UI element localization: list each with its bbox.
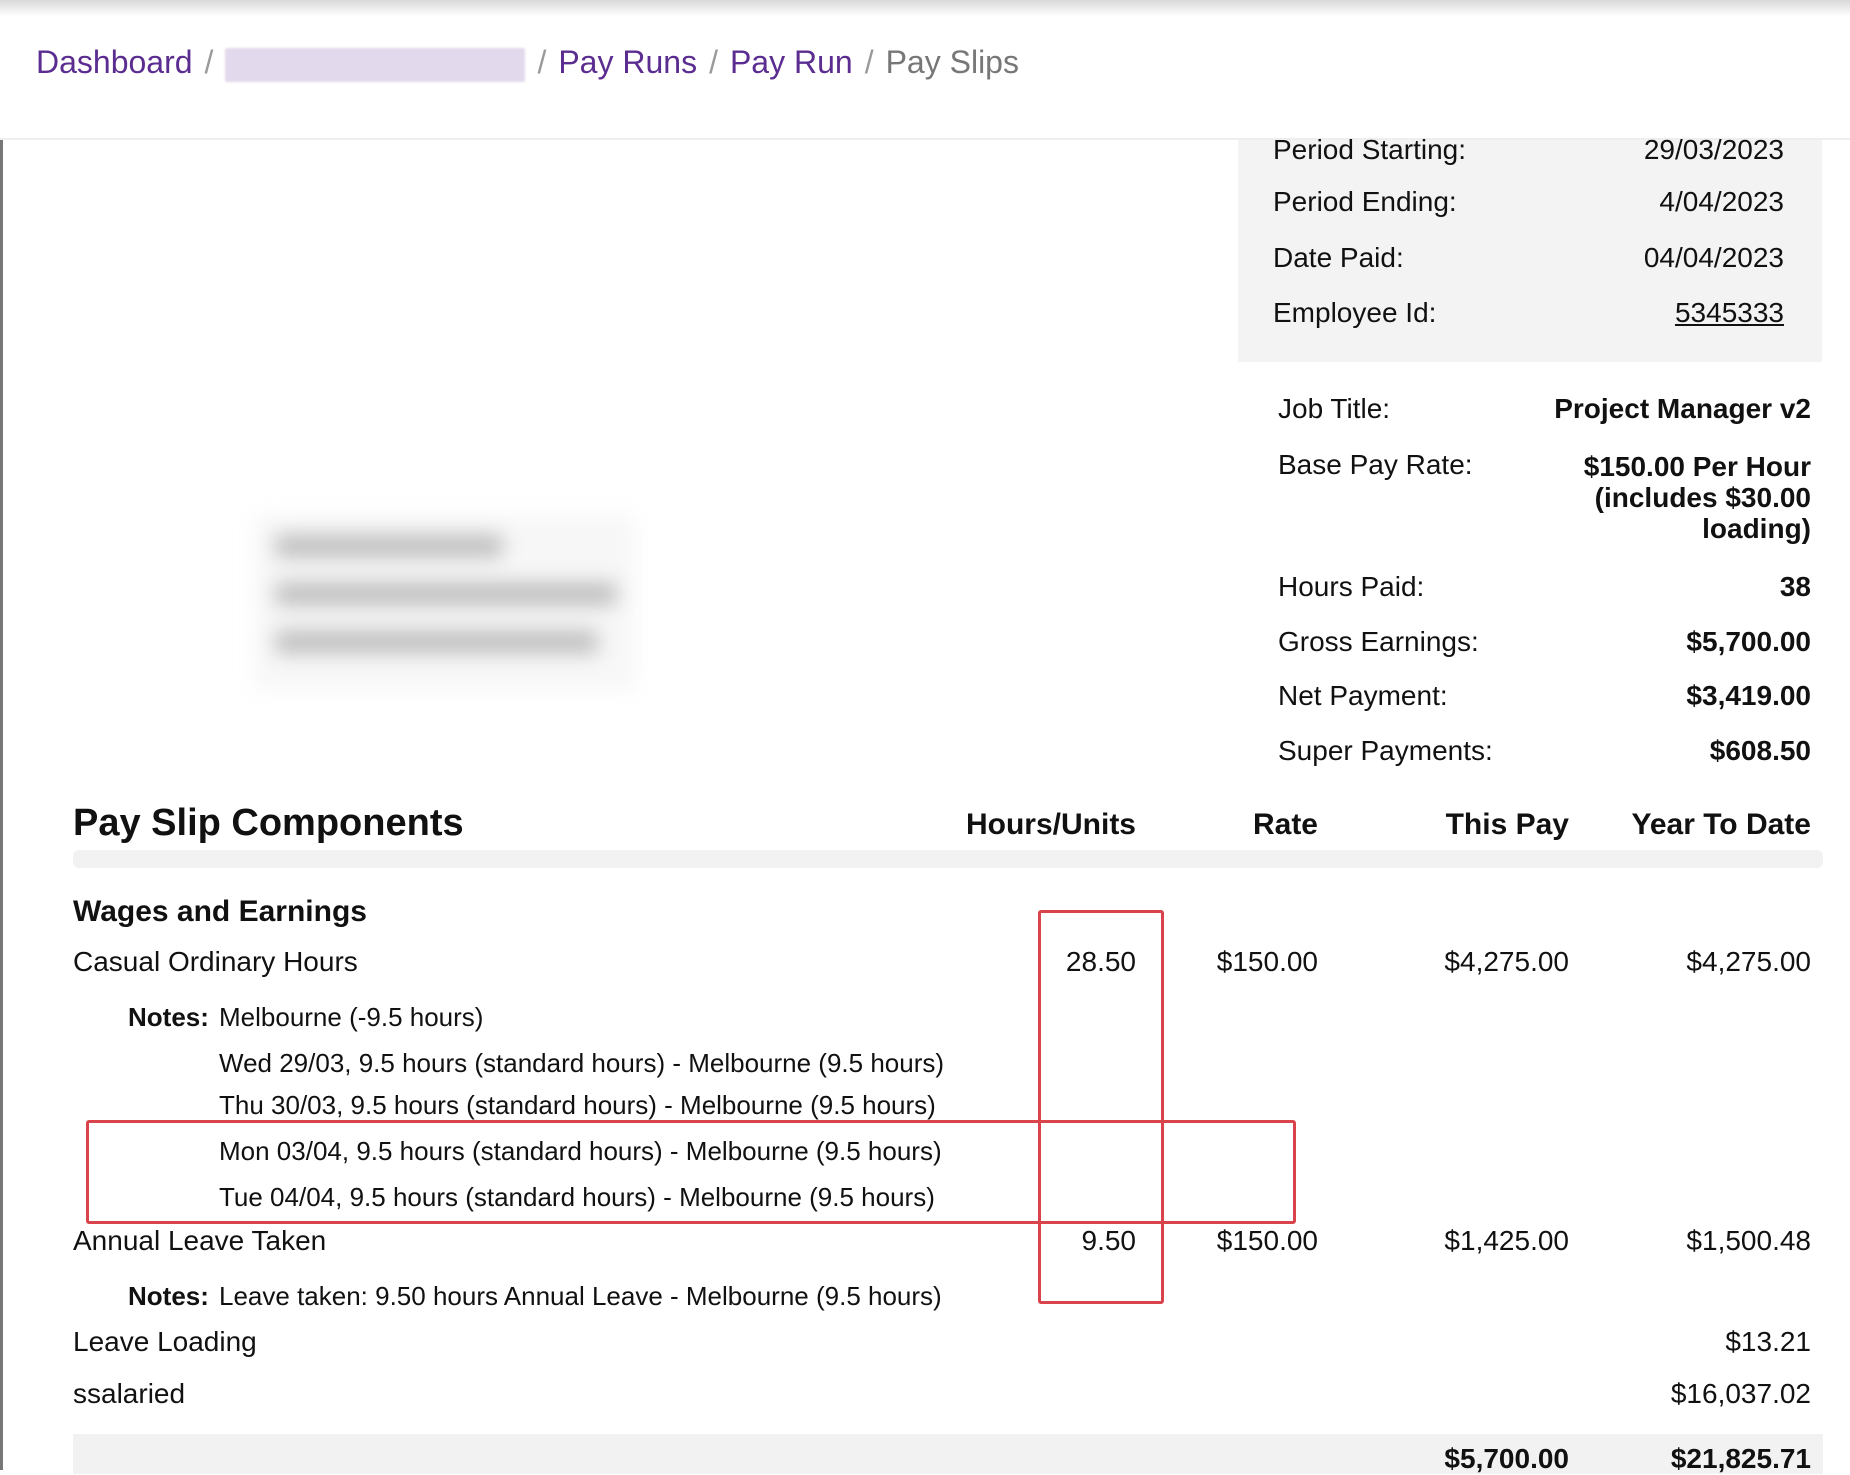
annual-leave-this-pay: $1,425.00	[1444, 1225, 1569, 1256]
period-ending-value: 4/04/2023	[1659, 186, 1784, 217]
annual-leave-notes-label: Notes:	[128, 1281, 209, 1311]
base-pay-rate-line2: (includes $30.00	[1594, 482, 1811, 513]
super-payments-value: $608.50	[1709, 735, 1811, 766]
total-ytd: $21,825.71	[1670, 1443, 1811, 1474]
column-rate: Rate	[1252, 808, 1318, 841]
wages-group-title: Wages and Earnings	[73, 895, 367, 928]
breadcrumb-dashboard[interactable]: Dashboard	[36, 44, 193, 80]
hours-paid-value: 38	[1779, 571, 1811, 602]
casual-hours-name: Casual Ordinary Hours	[73, 946, 358, 977]
period-starting-value: 29/03/2023	[1643, 134, 1784, 165]
employee-id-label: Employee Id:	[1273, 297, 1437, 328]
employee-id-link[interactable]: 5345333	[1675, 297, 1784, 329]
base-pay-rate-label: Base Pay Rate:	[1278, 449, 1473, 480]
annual-leave-rate: $150.00	[1216, 1225, 1318, 1256]
casual-hours-rate: $150.00	[1216, 946, 1318, 977]
casual-notes-label: Notes:	[128, 1002, 209, 1032]
super-payments-label: Super Payments:	[1278, 735, 1493, 766]
left-border	[0, 140, 3, 1470]
breadcrumb-pay-slips: Pay Slips	[885, 44, 1019, 80]
redacted-address	[255, 515, 635, 690]
ssalaried-ytd: $16,037.02	[1670, 1378, 1811, 1409]
breadcrumb-separator: /	[709, 44, 718, 80]
casual-hours-ytd: $4,275.00	[1686, 946, 1811, 977]
gross-earnings-value: $5,700.00	[1686, 626, 1811, 657]
job-title-value: Project Manager v2	[1554, 393, 1811, 424]
column-year-to-date: Year To Date	[1631, 808, 1811, 841]
annual-leave-name: Annual Leave Taken	[73, 1225, 327, 1256]
net-payment-label: Net Payment:	[1278, 680, 1448, 711]
column-hours-units: Hours/Units	[965, 808, 1136, 841]
breadcrumb-pay-runs[interactable]: Pay Runs	[558, 44, 697, 80]
base-pay-rate-line3: loading)	[1702, 513, 1811, 544]
period-starting-label: Period Starting:	[1273, 134, 1466, 165]
notes-highlight-box	[86, 1120, 1296, 1224]
breadcrumb-separator: /	[864, 44, 874, 80]
date-paid-label: Date Paid:	[1273, 242, 1404, 273]
base-pay-rate-line1: $150.00 Per Hour	[1583, 451, 1811, 482]
breadcrumb-separator: /	[204, 44, 214, 80]
hours-highlight-box	[1038, 910, 1164, 1304]
job-title-label: Job Title:	[1278, 393, 1391, 424]
breadcrumb: Dashboard / / Pay Runs / Pay Run / Pay Slips	[36, 44, 1019, 82]
breadcrumb-separator: /	[537, 44, 547, 80]
components-title: Pay Slip Components	[73, 802, 464, 844]
annual-leave-note: Leave taken: 9.50 hours Annual Leave - M…	[219, 1281, 942, 1311]
casual-note-line: Melbourne (-9.5 hours)	[219, 1002, 484, 1032]
date-paid-value: 04/04/2023	[1643, 242, 1784, 273]
period-ending-label: Period Ending:	[1273, 186, 1457, 217]
breadcrumb-pay-run[interactable]: Pay Run	[730, 44, 853, 80]
net-payment-value: $3,419.00	[1686, 680, 1811, 711]
breadcrumb-redacted-company[interactable]	[225, 47, 526, 82]
top-shadow	[0, 0, 1850, 16]
leave-loading-ytd: $13.21	[1725, 1326, 1811, 1357]
total-this-pay: $5,700.00	[1444, 1443, 1569, 1474]
casual-hours-this-pay: $4,275.00	[1444, 946, 1569, 977]
casual-note-line: Wed 29/03, 9.5 hours (standard hours) - …	[219, 1048, 945, 1078]
header-bar	[73, 850, 1823, 868]
ssalaried-name: ssalaried	[73, 1378, 186, 1409]
gross-earnings-label: Gross Earnings:	[1278, 626, 1479, 657]
casual-note-line: Thu 30/03, 9.5 hours (standard hours) - …	[219, 1090, 936, 1120]
leave-loading-name: Leave Loading	[73, 1326, 257, 1357]
hours-paid-label: Hours Paid:	[1278, 571, 1425, 602]
column-this-pay: This Pay	[1445, 808, 1569, 841]
annual-leave-ytd: $1,500.48	[1686, 1225, 1811, 1256]
